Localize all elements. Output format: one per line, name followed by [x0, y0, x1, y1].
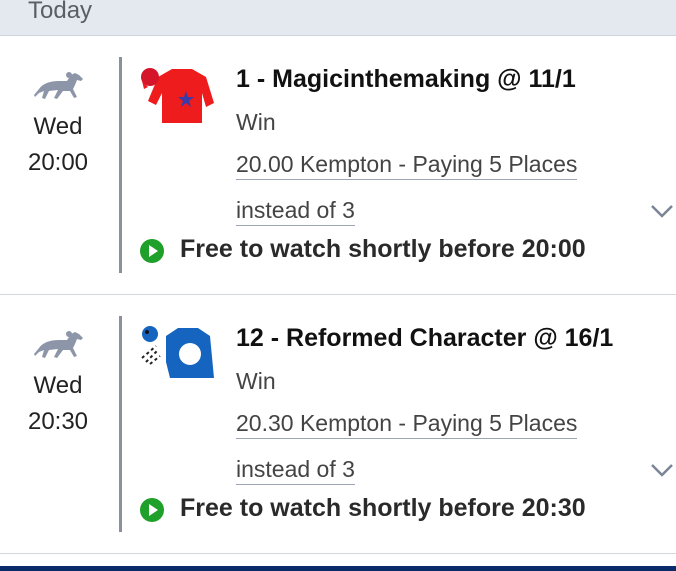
race-time: 20:00 [27, 149, 89, 176]
bet-type: Win [236, 368, 276, 394]
jockey-silks-icon [141, 326, 214, 378]
bottom-bar [0, 566, 676, 571]
race-day: Wed [33, 113, 83, 140]
race-time: 20:30 [27, 408, 89, 435]
divider [119, 316, 122, 532]
selection-title: 12 - Reformed Character @ 16/1 [236, 324, 614, 352]
horse-racing-icon [34, 72, 83, 99]
watch-text: Free to watch shortly before 20:00 [180, 235, 586, 263]
bet-card[interactable]: Wed 20:00 1 - Magicinthemaking @ 11/1 Wi… [0, 37, 676, 295]
race-link[interactable]: 20.30 Kempton - Paying 5 Places [236, 408, 578, 439]
selection-title: 1 - Magicinthemaking @ 11/1 [236, 65, 576, 93]
chevron-down-icon[interactable] [650, 203, 674, 219]
day-header: Today [0, 0, 676, 36]
watch-text: Free to watch shortly before 20:30 [180, 494, 586, 522]
race-link-continued[interactable]: instead of 3 [236, 195, 355, 226]
race-link[interactable]: 20.00 Kempton - Paying 5 Places [236, 149, 578, 180]
horse-racing-icon [34, 331, 83, 358]
jockey-silks-icon [141, 68, 214, 123]
day-header-label: Today [28, 0, 93, 24]
bet-type: Win [236, 109, 276, 135]
divider [119, 57, 122, 273]
bet-card[interactable]: Wed 20:30 12 - Reformed Character @ 16/1… [0, 296, 676, 554]
play-circle-icon [140, 239, 164, 263]
play-circle-icon [140, 498, 164, 522]
chevron-down-icon[interactable] [650, 462, 674, 478]
race-day: Wed [33, 372, 83, 399]
race-link-continued[interactable]: instead of 3 [236, 454, 355, 485]
